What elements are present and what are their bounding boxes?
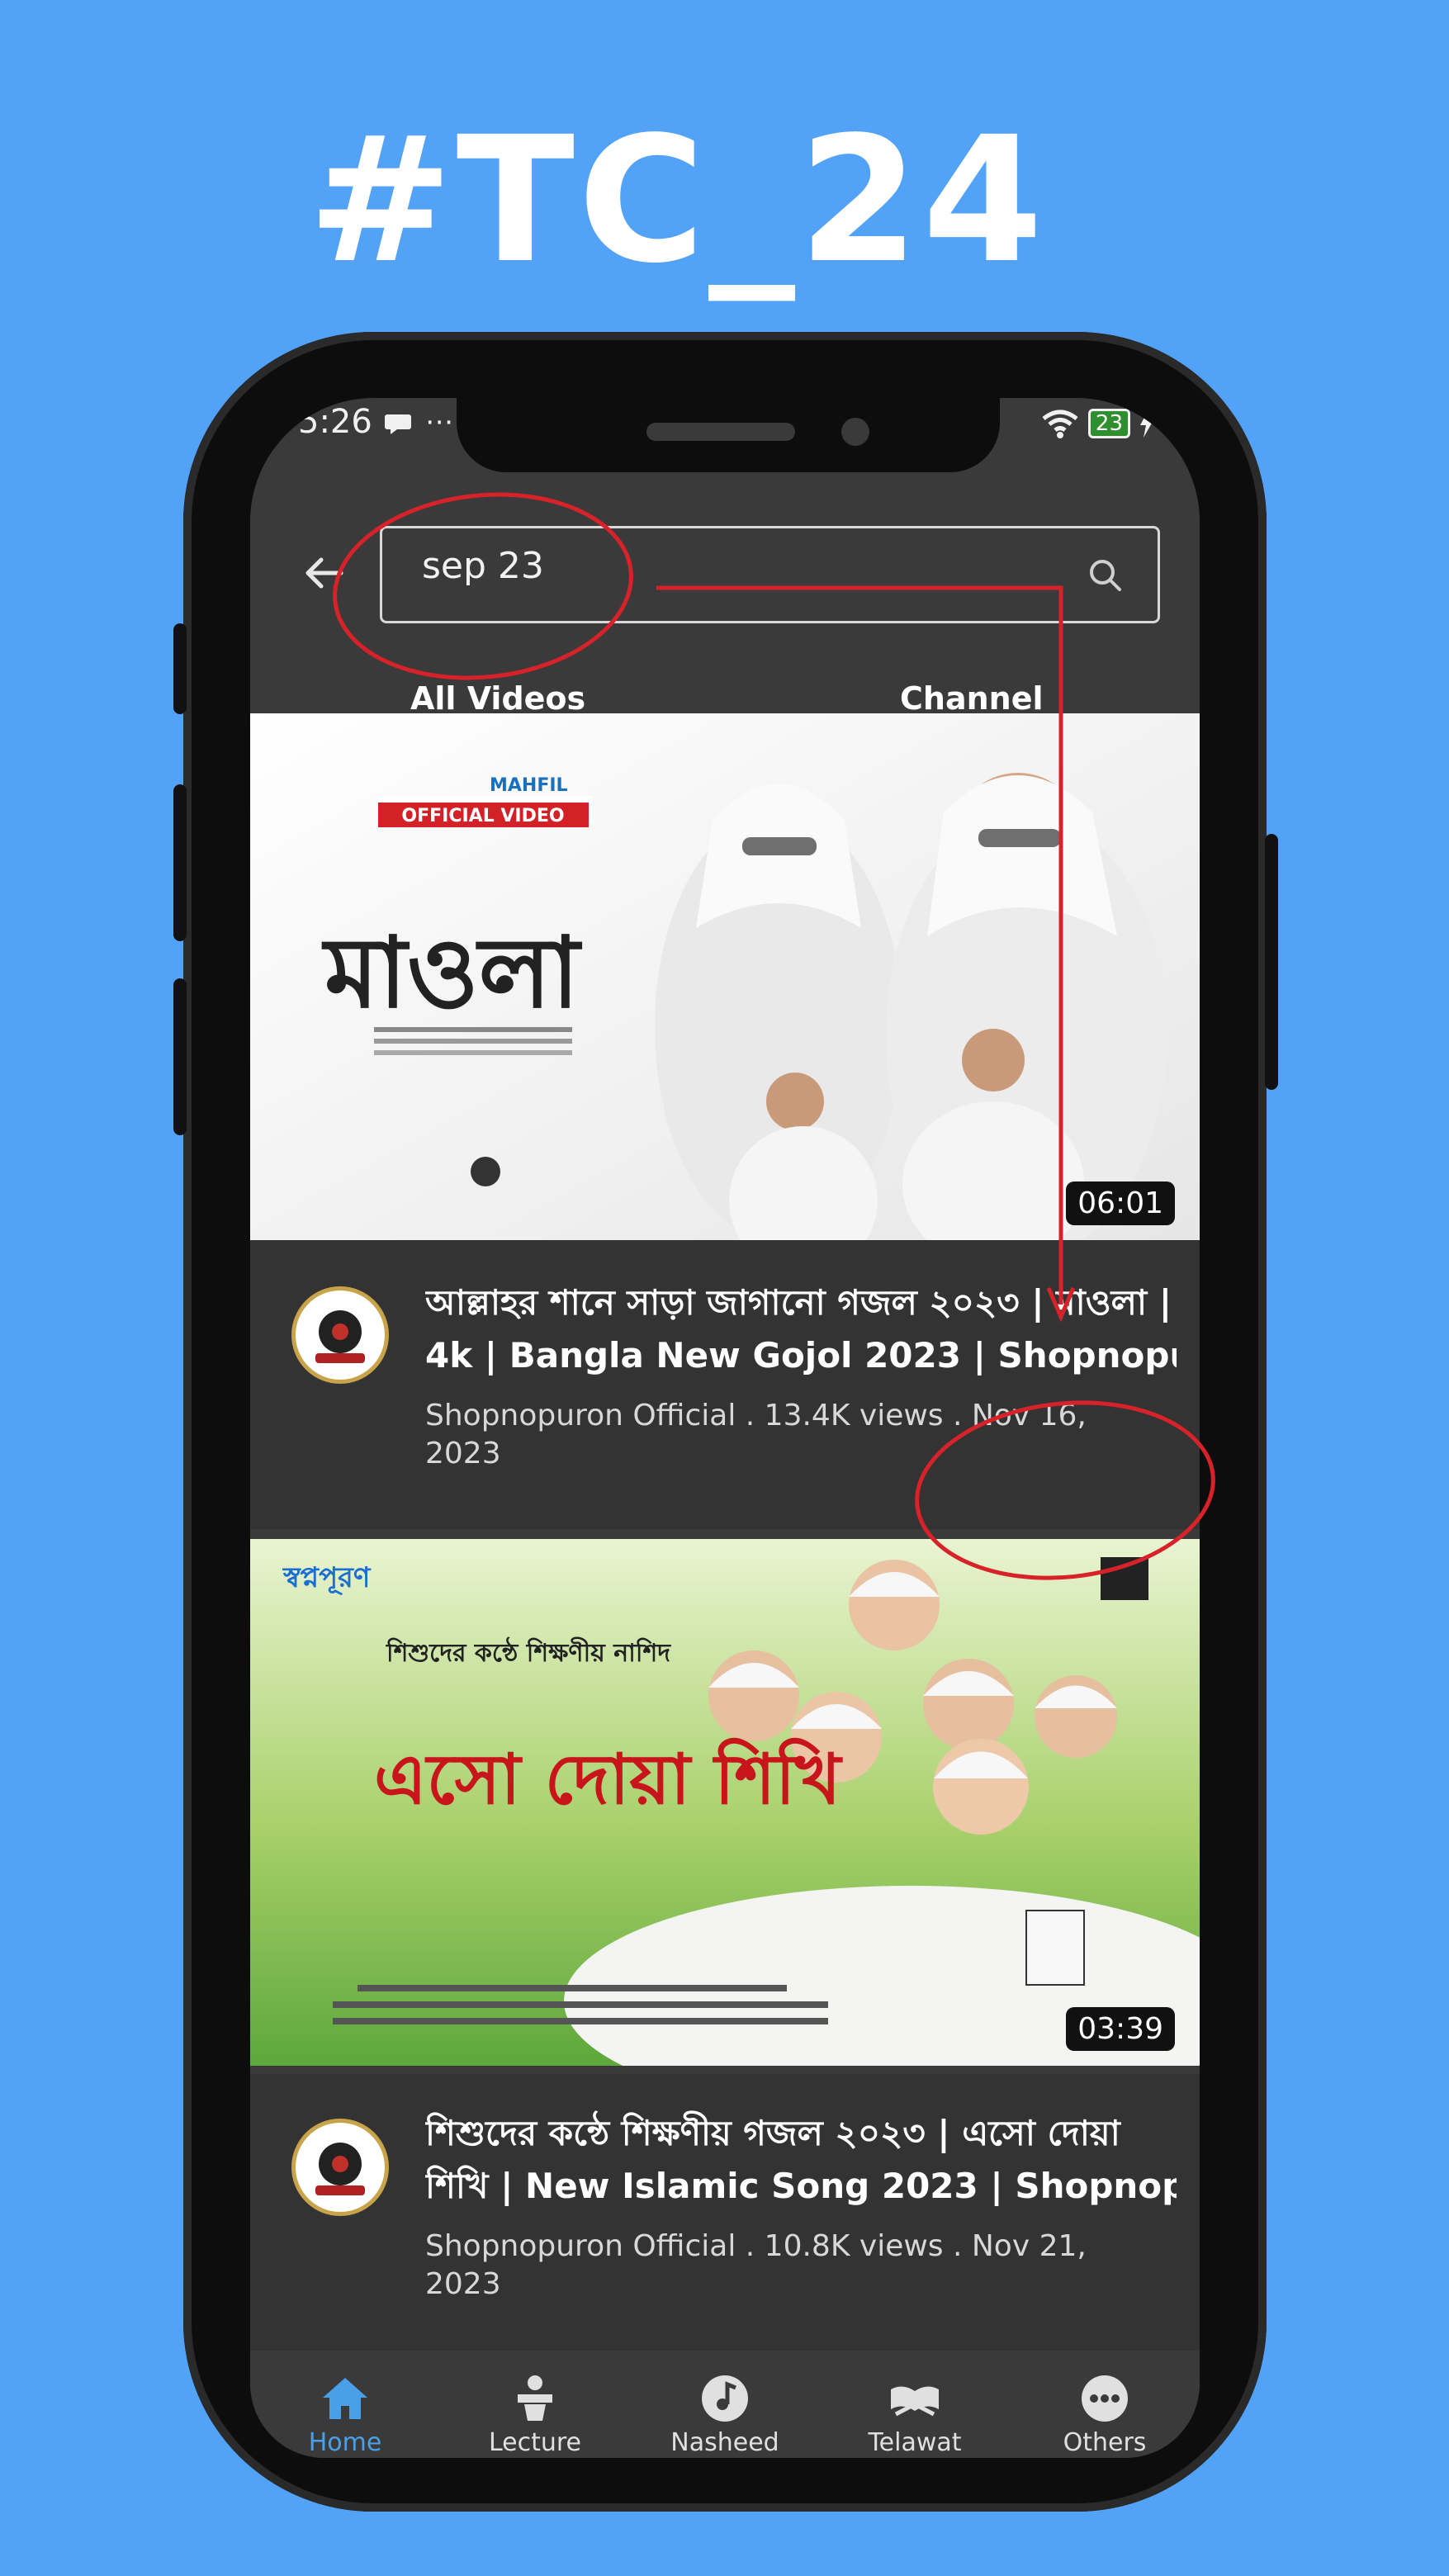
nav-home[interactable]: Home <box>263 2351 428 2457</box>
video-meta-line1: Shopnopuron Official . 13.4K views . Nov… <box>425 1399 1087 1432</box>
video-meta-line2: 2023 <box>425 1437 501 1470</box>
charging-bolt-icon <box>1140 410 1153 438</box>
video-title-line2[interactable]: 4k | Bangla New Gojol 2023 | Shopnopuro.… <box>425 1329 1177 1382</box>
video-duration: 06:01 <box>1066 1181 1175 1225</box>
video-title-line1[interactable]: শিশুদের কন্ঠে শিক্ষণীয় গজল ২০২৩ | এসো দ… <box>425 2107 1177 2160</box>
nav-home-label: Home <box>308 2428 382 2457</box>
tab-all-videos[interactable]: All Videos <box>410 680 585 717</box>
thumb-badge-text: OFFICIAL VIDEO <box>401 806 564 826</box>
home-icon <box>323 2378 367 2419</box>
nav-lecture[interactable]: Lecture <box>452 2351 618 2457</box>
phone-side-button <box>173 978 187 1135</box>
video-thumbnail[interactable]: OFFICIAL VIDEO MAHFIL মাওলা 06:01 <box>250 713 1200 1240</box>
phone-side-button <box>1265 834 1278 1090</box>
video-card-info[interactable]: আল্লাহর শানে সাড়া জাগানো গজল ২০২৩ | মাও… <box>250 1240 1200 1529</box>
video-title-line1[interactable]: আল্লাহর শানে সাড়া জাগানো গজল ২০২৩ | মাও… <box>425 1276 1177 1329</box>
search-header: sep 23 All Videos Channel <box>250 449 1200 750</box>
thumb-title-text: এসো দোয়া শিখি <box>374 1737 843 1820</box>
battery-indicator: 23 <box>1087 409 1130 438</box>
thumb-subtitle-text: শিশুদের কন্ঠে শিক্ষণীয় নাশিদ <box>386 1636 671 1668</box>
search-input[interactable]: sep 23 <box>380 526 1160 623</box>
video-title-line2[interactable]: শিখি | New Islamic Song 2023 | Shopnopur… <box>425 2160 1177 2213</box>
thumb-brand-text: স্বপ্নপূরণ <box>282 1561 372 1596</box>
phone-camera <box>841 418 869 446</box>
nav-lecture-label: Lecture <box>488 2428 582 2457</box>
lecture-icon <box>518 2375 552 2421</box>
music-disc-icon <box>702 2375 748 2422</box>
more-notifications-icon: ⋯ <box>425 405 453 438</box>
status-time: 5:26 <box>298 403 372 441</box>
tab-channel[interactable]: Channel <box>900 680 1044 717</box>
nav-others[interactable]: Others <box>1022 2351 1187 2457</box>
nav-telawat[interactable]: Telawat <box>832 2351 997 2457</box>
phone-side-button <box>173 623 187 714</box>
search-query[interactable]: sep 23 <box>422 545 544 587</box>
quran-book-icon <box>891 2386 939 2417</box>
video-thumbnail[interactable]: স্বপ্নপূরণ শিশুদের কন্ঠে শিক্ষণীয় নাশিদ… <box>250 1539 1200 2066</box>
channel-avatar[interactable] <box>291 1286 389 1384</box>
phone-notch <box>457 398 1000 472</box>
nav-others-label: Others <box>1063 2428 1147 2457</box>
video-card-info[interactable]: শিশুদের কন্ঠে শিক্ষণীয় গজল ২০২৩ | এসো দ… <box>250 2074 1200 2351</box>
page-title: #TC_24 <box>307 99 1047 301</box>
video-meta-line1: Shopnopuron Official . 10.8K views . Nov… <box>425 2229 1087 2263</box>
back-arrow-icon[interactable] <box>300 548 349 598</box>
status-right-group: 23 <box>1040 403 1155 444</box>
channel-avatar[interactable] <box>291 2119 389 2216</box>
chat-bubble-icon <box>384 398 414 446</box>
app-screen: 5:26 ⋯ 23 sep 23 All Videos Channel OFFI… <box>250 398 1200 2458</box>
thumbnail-artwork: OFFICIAL VIDEO MAHFIL মাওলা <box>250 713 1200 1240</box>
nav-telawat-label: Telawat <box>868 2428 962 2457</box>
phone-side-button <box>173 784 187 941</box>
nav-nasheed-label: Nasheed <box>670 2428 779 2457</box>
video-meta-line2: 2023 <box>425 2267 501 2301</box>
thumb-brand-text: MAHFIL <box>490 775 568 796</box>
more-dots-icon <box>1082 2375 1128 2422</box>
phone-speaker <box>646 423 795 441</box>
thumbnail-artwork: স্বপ্নপূরণ শিশুদের কন্ঠে শিক্ষণীয় নাশিদ… <box>250 1539 1200 2066</box>
video-duration: 03:39 <box>1066 2007 1175 2051</box>
wifi-icon <box>1042 410 1078 438</box>
bottom-navigation: Home Lecture Nasheed Telawat Others <box>250 2351 1200 2458</box>
nav-nasheed[interactable]: Nasheed <box>642 2351 807 2457</box>
thumb-title-text: মাওলা <box>321 916 583 1030</box>
search-icon[interactable] <box>1085 555 1125 594</box>
